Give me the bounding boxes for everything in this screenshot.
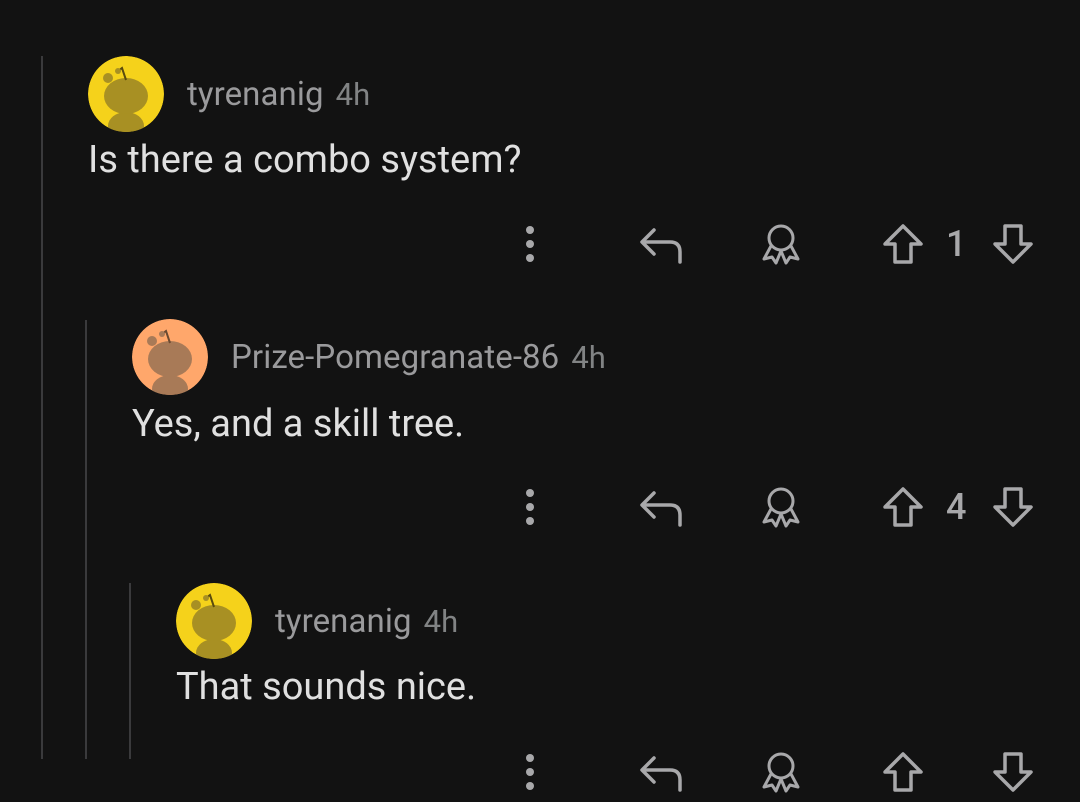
vote-count: 4	[946, 486, 967, 528]
reply-icon	[640, 491, 682, 527]
comment-body: Yes, and a skill tree.	[132, 402, 465, 446]
more-options-button[interactable]	[510, 214, 550, 274]
vote-count: 1	[946, 223, 967, 265]
award-button[interactable]	[756, 214, 806, 274]
comment-header: tyrenanig 4h	[88, 56, 370, 132]
downvote-icon	[993, 224, 1033, 264]
downvote-button[interactable]	[990, 742, 1036, 802]
award-icon	[762, 487, 800, 528]
snoo-avatar-icon	[176, 583, 252, 659]
reply-button[interactable]	[636, 214, 686, 274]
upvote-button[interactable]	[880, 742, 926, 802]
avatar[interactable]	[176, 583, 252, 659]
avatar[interactable]	[132, 319, 208, 395]
upvote-button[interactable]	[880, 214, 926, 274]
username[interactable]: Prize-Pomegranate-86	[231, 338, 559, 377]
comment-body: Is there a combo system?	[88, 138, 522, 182]
award-icon	[762, 752, 800, 793]
timestamp: 4h	[571, 338, 606, 376]
thread-line-level-1[interactable]	[41, 56, 43, 759]
award-button[interactable]	[756, 477, 806, 537]
reply-button[interactable]	[636, 742, 686, 802]
comment-actions: 1	[0, 214, 1080, 274]
upvote-button[interactable]	[880, 477, 926, 537]
downvote-icon	[993, 752, 1033, 792]
reply-button[interactable]	[636, 477, 686, 537]
more-options-button[interactable]	[510, 742, 550, 802]
timestamp: 4h	[335, 75, 371, 113]
more-options-icon	[526, 489, 534, 525]
avatar[interactable]	[88, 56, 164, 132]
reply-icon	[640, 228, 682, 264]
snoo-avatar-icon	[88, 56, 164, 132]
more-options-button[interactable]	[510, 477, 550, 537]
downvote-icon	[993, 487, 1033, 527]
award-icon	[762, 224, 800, 265]
comment-header: tyrenanig 4h	[176, 583, 458, 659]
upvote-icon	[883, 224, 923, 264]
downvote-button[interactable]	[990, 477, 1036, 537]
comment-actions	[0, 742, 1080, 802]
username[interactable]: tyrenanig	[187, 75, 324, 114]
comment-body: That sounds nice.	[176, 665, 477, 709]
snoo-avatar-icon	[132, 319, 208, 395]
username[interactable]: tyrenanig	[275, 602, 412, 641]
reply-icon	[640, 756, 682, 792]
timestamp: 4h	[423, 602, 459, 640]
more-options-icon	[526, 754, 534, 790]
comment-actions: 4	[0, 477, 1080, 537]
award-button[interactable]	[756, 742, 806, 802]
downvote-button[interactable]	[990, 214, 1036, 274]
upvote-icon	[883, 752, 923, 792]
thread-line-level-2[interactable]	[85, 320, 87, 759]
more-options-icon	[526, 226, 534, 262]
thread-line-level-3[interactable]	[129, 583, 131, 759]
upvote-icon	[883, 487, 923, 527]
comment-header: Prize-Pomegranate-86 4h	[132, 319, 606, 395]
